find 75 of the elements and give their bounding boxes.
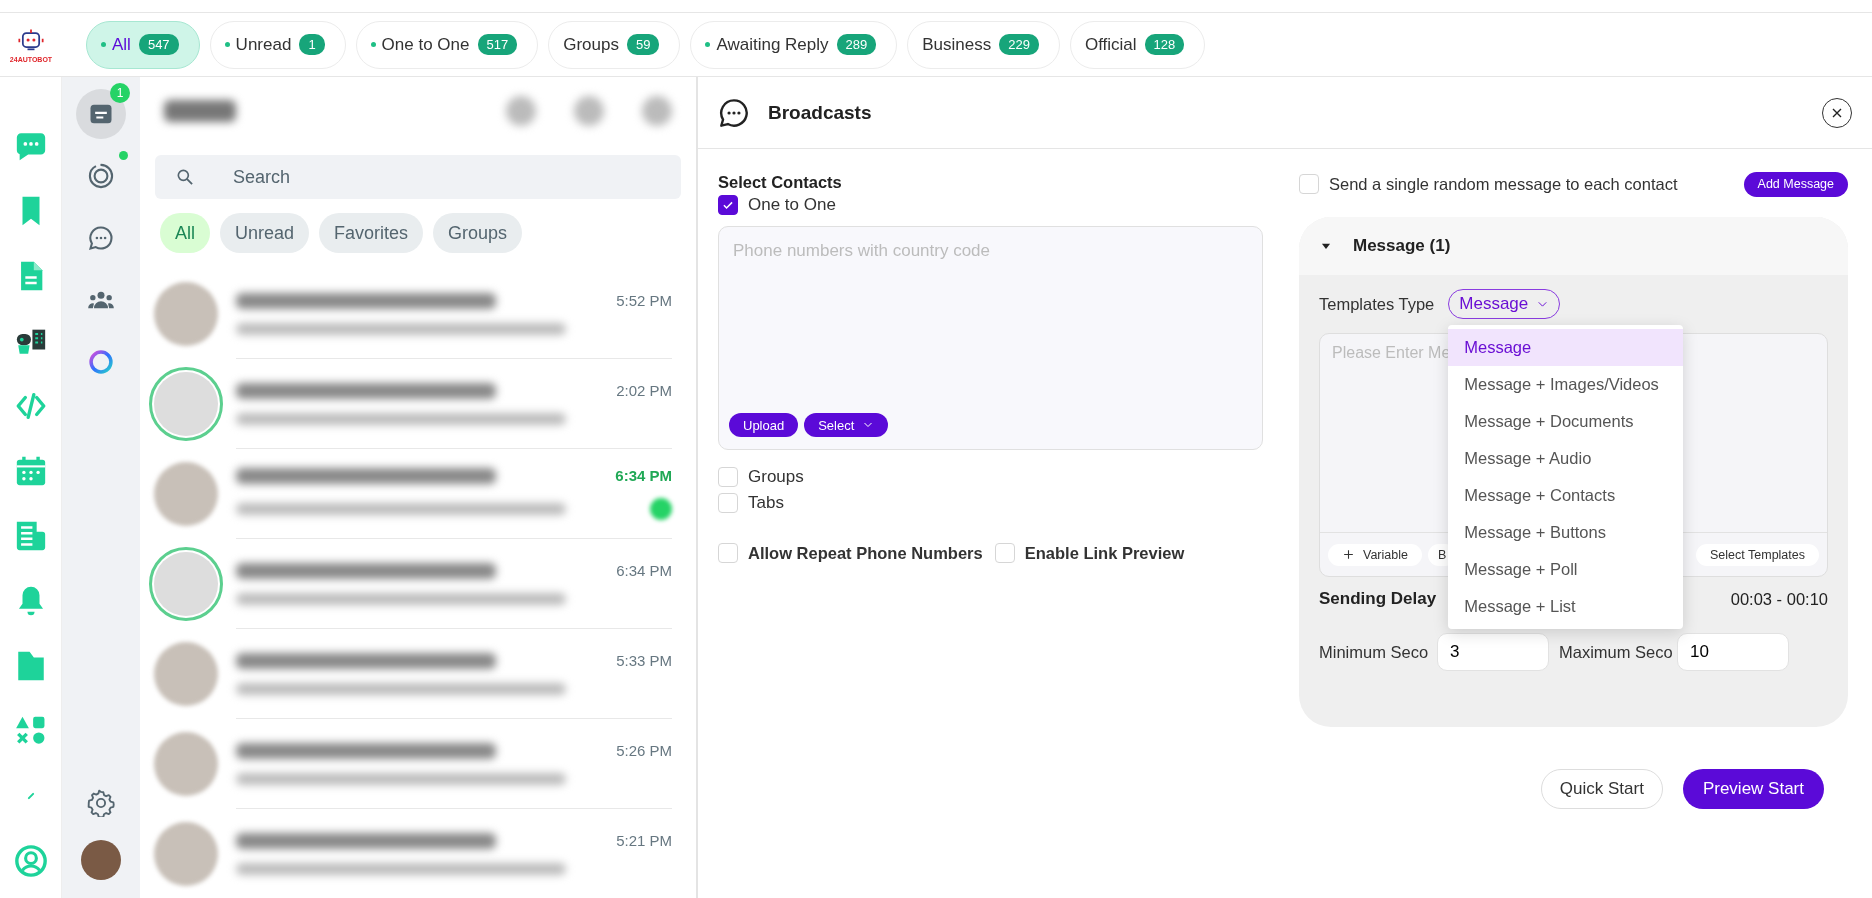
search-field[interactable]: Search — [155, 155, 681, 199]
filter-tab[interactable]: Unread 1 — [209, 20, 346, 69]
count-badge: 517 — [477, 34, 518, 55]
card-header[interactable]: Message (1) — [1299, 217, 1848, 275]
select-templates-button[interactable]: Select Templates — [1696, 543, 1819, 566]
count-badge: 229 — [999, 34, 1039, 55]
filter-chip[interactable]: Favorites — [319, 213, 424, 253]
panel-title: Broadcasts — [768, 101, 872, 124]
plus-icon — [1342, 548, 1355, 561]
chat-time: 2:02 PM — [616, 382, 672, 399]
blurred-icon[interactable] — [506, 96, 536, 126]
chat-time: 5:21 PM — [616, 832, 672, 849]
count-badge: 128 — [1144, 34, 1185, 55]
preview-start-button[interactable]: Preview Start — [1682, 769, 1824, 809]
field-label: Templates Type — [1319, 294, 1435, 314]
checkbox-label: Groups — [748, 467, 804, 487]
settings-icon[interactable] — [87, 789, 115, 817]
quick-start-button[interactable]: Quick Start — [1540, 769, 1663, 809]
filter-chip[interactable]: Unread — [220, 213, 310, 253]
phone-numbers-field[interactable]: Phone numbers with country code Upload Select — [718, 226, 1263, 450]
filter-tab[interactable]: Groups 59 — [548, 20, 681, 69]
upload-button[interactable]: Upload — [729, 413, 799, 437]
checkbox-label: Allow Repeat Phone Numbers — [748, 543, 983, 563]
ring-icon — [87, 348, 115, 376]
chat-bubble-icon — [718, 96, 750, 129]
checkbox-label: Tabs — [748, 493, 784, 513]
checkbox-label: Enable Link Preview — [1024, 543, 1185, 563]
section-heading: Sending Delay — [1319, 589, 1437, 609]
field-label: Minimum Seco — [1319, 642, 1430, 662]
count-badge: 289 — [836, 34, 877, 55]
field-label: Maximum Seco — [1559, 642, 1674, 662]
dropdown-option[interactable]: Message — [1448, 329, 1684, 366]
status-icon — [87, 162, 115, 190]
blurred-title — [164, 100, 236, 122]
unread-badge: 1 — [110, 83, 130, 103]
user-circle-icon[interactable] — [13, 844, 48, 878]
chat-time: 6:34 PM — [615, 467, 672, 484]
filter-chip[interactable]: Groups — [433, 213, 523, 253]
dropdown-option[interactable]: Message + List — [1448, 588, 1684, 625]
number-input[interactable]: 10 — [1677, 633, 1789, 671]
card-title: Message (1) — [1353, 236, 1451, 256]
dropdown-option[interactable]: Message + Audio — [1448, 440, 1684, 477]
checkbox-label: One to One — [748, 195, 836, 215]
number-input[interactable]: 3 — [1437, 633, 1549, 671]
chat-time: 5:52 PM — [616, 292, 672, 309]
add-message-button[interactable]: Add Message — [1743, 171, 1848, 197]
filter-tab[interactable]: Business 229 — [907, 20, 1060, 69]
filter-tab[interactable]: One to One 517 — [355, 20, 539, 69]
sidebar-item[interactable] — [76, 89, 126, 139]
blurred-icon[interactable] — [574, 96, 604, 126]
dropdown-option[interactable]: Message + Documents — [1448, 403, 1684, 440]
section-heading: Select Contacts — [718, 173, 843, 192]
dropdown-option[interactable]: Message + Images/Videos — [1448, 366, 1684, 403]
count-badge: 1 — [299, 34, 325, 55]
filter-chip[interactable]: All — [160, 213, 210, 253]
select-button[interactable]: Select — [804, 413, 889, 437]
filter-tab[interactable]: All 547 — [86, 20, 200, 69]
close-button[interactable] — [1822, 97, 1852, 128]
chat-time: 6:34 PM — [616, 562, 672, 579]
filter-tab[interactable]: Official 128 — [1069, 20, 1206, 69]
search-icon — [175, 167, 195, 187]
avatar-photo-placeholder[interactable] — [81, 840, 121, 880]
count-badge: 59 — [626, 34, 660, 55]
chat-time: 5:33 PM — [616, 652, 672, 669]
checkbox-label: Send a single random message to each contact — [1329, 174, 1678, 194]
channels-icon — [87, 224, 115, 252]
dropdown-option[interactable]: Message + Contacts — [1448, 477, 1684, 514]
filter-tab[interactable]: Awaiting Reply 289 — [690, 20, 898, 69]
variable-button[interactable]: Variable — [1328, 543, 1422, 566]
blurred-icon[interactable] — [642, 96, 672, 126]
unread-badge — [650, 498, 672, 520]
chat-time: 5:26 PM — [616, 742, 672, 759]
delay-range: 00:03 - 00:10 — [1730, 589, 1828, 609]
checkbox[interactable] — [718, 195, 738, 215]
count-badge: 547 — [138, 34, 179, 55]
